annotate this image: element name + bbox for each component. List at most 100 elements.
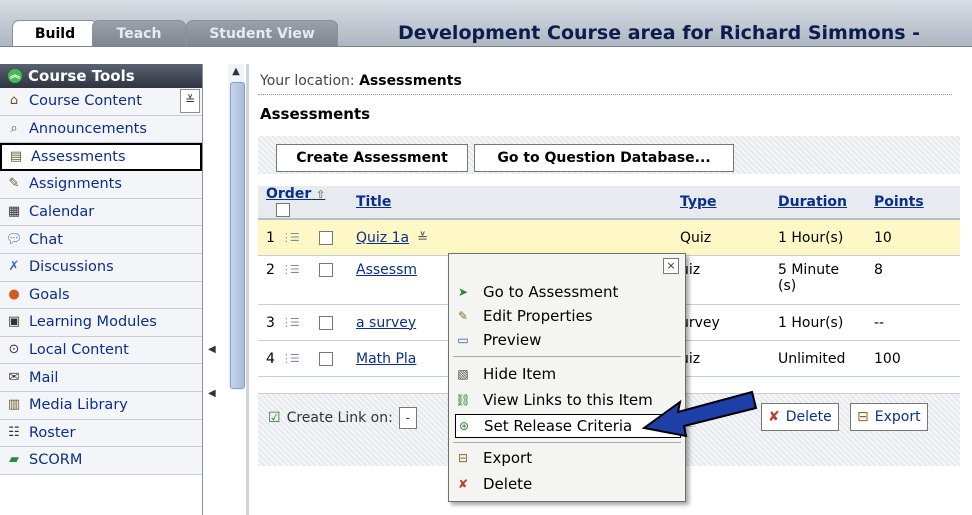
order-number: 2: [266, 262, 275, 278]
column-duration[interactable]: Duration: [770, 186, 866, 220]
row-checkbox[interactable]: [318, 263, 333, 277]
menu-item-preview[interactable]: ▭ Preview: [455, 328, 679, 352]
order-number: 1: [266, 229, 275, 246]
breadcrumb-prefix: Your location:: [260, 73, 360, 89]
drag-handle-icon[interactable]: ⋮☰: [281, 316, 300, 330]
collapse-circle-icon[interactable]: ︽: [8, 69, 22, 83]
sidebar-item-label: Assignments: [29, 176, 122, 193]
assessment-title-link[interactable]: Assessm: [356, 262, 417, 278]
pointer-arrow-icon: [641, 390, 758, 438]
scrollbar-thumb[interactable]: [230, 82, 245, 389]
type-cell: uiz: [672, 255, 770, 305]
menu-item-export[interactable]: ⊟ Export: [455, 446, 679, 470]
release-criteria-icon: ⊛: [458, 419, 470, 433]
row-checkbox[interactable]: [318, 351, 333, 366]
menu-item-hide-item[interactable]: ▧ Hide Item: [455, 362, 679, 386]
course-title: Development Course area for Richard Simm…: [398, 22, 921, 44]
create-assessment-button[interactable]: Create Assessment: [276, 144, 468, 172]
sidebar-item-label: Chat: [29, 231, 63, 248]
assessment-title-link[interactable]: Quiz 1a: [356, 230, 409, 246]
delete-icon: ✘: [768, 409, 780, 425]
type-cell: Quiz: [672, 219, 770, 256]
points-cell: 10: [866, 219, 960, 256]
create-link-control: ☑ Create Link on: -: [268, 407, 417, 429]
sidebar-item-assessments[interactable]: ▤ Assessments: [0, 143, 202, 172]
row-checkbox[interactable]: [318, 230, 333, 245]
order-cell: 3 ⋮☰: [258, 304, 348, 341]
local-content-icon: ⊙: [8, 342, 20, 358]
column-points[interactable]: Points: [866, 186, 960, 220]
close-icon[interactable]: ×: [663, 258, 679, 274]
column-title-label[interactable]: Title: [356, 194, 391, 210]
sidebar-item-calendar[interactable]: ▦ Calendar: [0, 198, 202, 227]
breadcrumb: Your location: Assessments: [260, 73, 462, 89]
tab-student-view[interactable]: Student View: [186, 20, 338, 46]
sidebar-item-label: SCORM: [29, 452, 83, 469]
duration-cell: Unlimited: [770, 340, 866, 377]
sidebar-item-mail[interactable]: ✉ Mail: [0, 364, 202, 392]
collapse-left-icon[interactable]: ◀: [208, 344, 216, 355]
sidebar-item-course-content[interactable]: ⌂ Course Content ≚: [0, 88, 202, 116]
collapse-left-icon-2[interactable]: ◀: [208, 388, 216, 399]
menu-separator: [453, 356, 681, 357]
points-cell: 100: [866, 340, 960, 377]
sidebar-item-goals[interactable]: ● Goals: [0, 281, 202, 310]
sidebar-item-learning-modules[interactable]: ▣ Learning Modules: [0, 309, 202, 337]
delete-button[interactable]: ✘ Delete: [761, 403, 839, 431]
sidebar-item-scorm[interactable]: ▰ SCORM: [0, 447, 202, 475]
column-title[interactable]: Title: [348, 186, 672, 220]
column-type-label[interactable]: Type: [680, 194, 717, 210]
course-tools-sidebar: ︽ Course Tools ⌂ Course Content ≚ ⌕ Anno…: [0, 64, 203, 515]
sort-arrow-icon[interactable]: ⇧: [316, 188, 325, 201]
table-header-row: Order ⇧ Title Type Duration Points: [258, 186, 960, 220]
tab-teach[interactable]: Teach: [92, 20, 186, 46]
row-checkbox[interactable]: [318, 315, 333, 330]
sidebar-item-local-content[interactable]: ⊙ Local Content: [0, 336, 202, 365]
menu-item-delete[interactable]: ✘ Delete: [455, 472, 679, 496]
drag-handle-icon[interactable]: ⋮☰: [281, 231, 300, 245]
column-order[interactable]: Order ⇧: [258, 186, 348, 220]
type-cell: urvey: [672, 304, 770, 341]
menu-item-edit-properties[interactable]: ✎ Edit Properties: [455, 304, 679, 328]
sidebar-item-discussions[interactable]: ✗ Discussions: [0, 253, 202, 282]
question-database-button[interactable]: Go to Question Database...: [474, 144, 734, 172]
points-cell: 8: [866, 255, 960, 305]
column-order-label[interactable]: Order: [266, 186, 311, 202]
column-points-label[interactable]: Points: [874, 194, 924, 210]
drag-handle-icon[interactable]: ⋮☰: [281, 263, 300, 277]
delete-label: Delete: [785, 409, 832, 425]
top-header: Build Teach Student View Development Cou…: [0, 0, 972, 47]
sidebar-item-roster[interactable]: ☷ Roster: [0, 419, 202, 448]
action-menu-icon[interactable]: ≚: [417, 231, 428, 246]
assessment-title-link[interactable]: a survey: [356, 315, 416, 331]
assessment-title-link[interactable]: Math Pla: [356, 351, 416, 367]
pane-splitter[interactable]: [246, 64, 249, 515]
menu-item-label: Set Release Criteria: [484, 417, 633, 435]
sidebar-item-label: Course Content: [29, 93, 142, 110]
export-button[interactable]: ⊟ Export: [850, 403, 928, 431]
create-link-select[interactable]: -: [398, 407, 417, 429]
chevron-down-icon[interactable]: ≚: [180, 89, 200, 114]
sidebar-item-announcements[interactable]: ⌕ Announcements: [0, 115, 202, 144]
column-duration-label[interactable]: Duration: [778, 194, 847, 210]
sidebar-item-assignments[interactable]: ✎ Assignments: [0, 171, 202, 199]
drag-handle-icon[interactable]: ⋮☰: [281, 352, 300, 366]
scorm-icon: ▰: [9, 452, 19, 468]
sidebar-item-media-library[interactable]: ▥ Media Library: [0, 391, 202, 420]
menu-item-go-to-assessment[interactable]: ➤ Go to Assessment: [455, 280, 679, 304]
table-row: 1 ⋮☰ Quiz 1a ≚ Quiz 1 Hour(s) 10: [258, 219, 960, 256]
column-type[interactable]: Type: [672, 186, 770, 220]
course-tools-heading[interactable]: ︽ Course Tools: [0, 64, 202, 88]
sidebar-item-chat[interactable]: 💬︎ Chat: [0, 226, 202, 254]
tab-build[interactable]: Build: [12, 20, 98, 46]
duration-cell: 1 Hour(s): [770, 304, 866, 341]
sidebar-item-label: Mail: [29, 369, 59, 386]
calendar-icon: ▦: [7, 204, 21, 220]
menu-item-label: Preview: [483, 331, 542, 349]
scroll-up-icon[interactable]: ▲: [228, 64, 244, 80]
order-number: 4: [266, 350, 275, 367]
sidebar-item-label: Learning Modules: [29, 314, 157, 331]
export-icon: ⊟: [857, 409, 869, 425]
select-all-checkbox[interactable]: [276, 203, 290, 217]
order-cell: 1 ⋮☰: [258, 219, 348, 256]
